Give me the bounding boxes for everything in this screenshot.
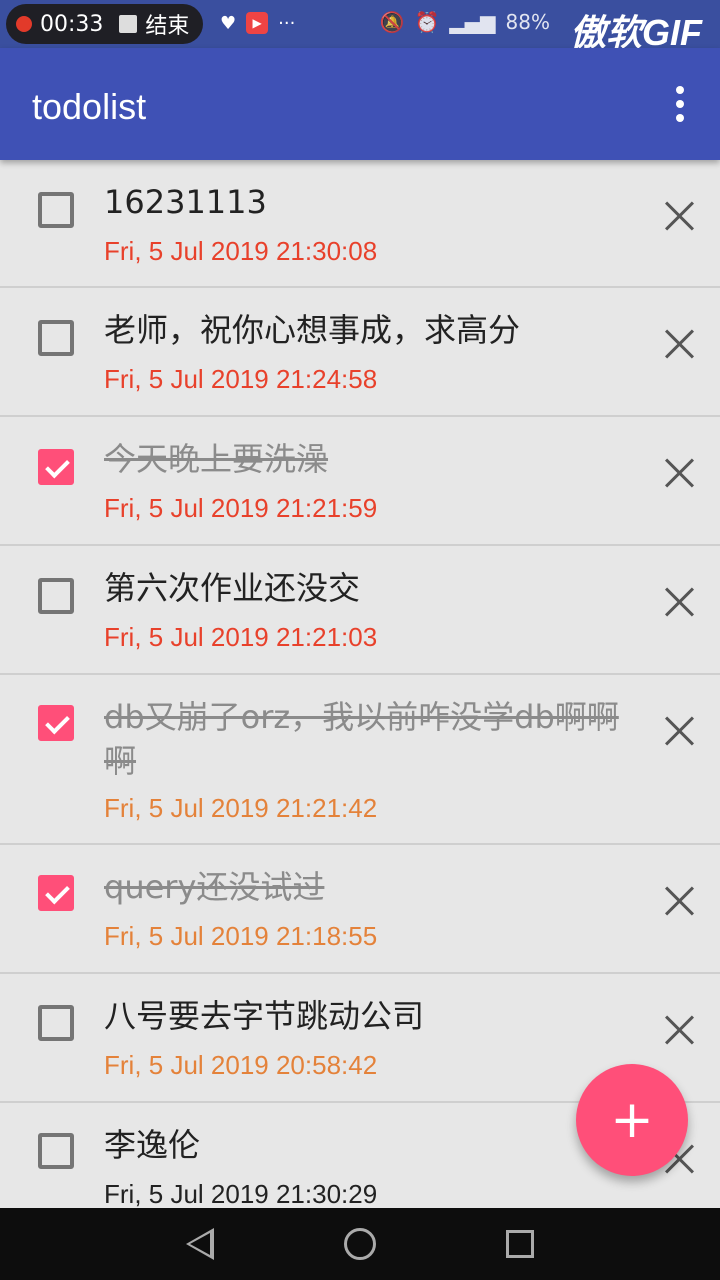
mute-icon: 🔕 xyxy=(379,10,405,34)
video-app-icon: ▶ xyxy=(246,12,269,34)
delete-icon[interactable] xyxy=(664,328,696,360)
delete-icon[interactable] xyxy=(664,200,696,232)
todo-checkbox[interactable] xyxy=(38,320,74,356)
todo-checkbox[interactable] xyxy=(38,449,74,485)
navigation-bar xyxy=(0,1208,720,1280)
todo-text: 李逸伦 xyxy=(104,1126,201,1164)
recents-icon[interactable] xyxy=(506,1230,534,1258)
todo-text: db又崩了orz，我以前咋没学db啊啊啊 xyxy=(104,698,619,780)
todo-list[interactable]: 16231113 Fri, 5 Jul 2019 21:30:08 老师，祝你心… xyxy=(0,160,720,1208)
recording-time: 00:33 xyxy=(40,11,104,37)
recording-end-label: 结束 xyxy=(145,14,190,39)
todo-checkbox[interactable] xyxy=(38,192,74,228)
todo-date: Fri, 5 Jul 2019 21:30:08 xyxy=(104,236,378,266)
delete-icon[interactable] xyxy=(664,457,696,489)
todo-checkbox[interactable] xyxy=(38,705,74,741)
todo-date: Fri, 5 Jul 2019 20:58:42 xyxy=(104,1050,378,1080)
app-title: todolist xyxy=(32,86,147,127)
todo-checkbox[interactable] xyxy=(38,1133,74,1169)
alarm-icon: ⏰ xyxy=(414,10,440,34)
notification-icons: ♥ ▶ ··· xyxy=(220,12,295,34)
recording-pill[interactable]: 00:33 结束 xyxy=(6,4,204,44)
todo-text: query还没试过 xyxy=(104,868,325,906)
delete-icon[interactable] xyxy=(664,885,696,917)
home-icon[interactable] xyxy=(344,1228,376,1260)
todo-text: 老师，祝你心想事成，求高分 xyxy=(104,311,521,349)
signal-icon: ▂▄▆ xyxy=(449,10,496,34)
todo-date: Fri, 5 Jul 2019 21:21:42 xyxy=(104,793,378,823)
todo-item[interactable]: 第六次作业还没交 Fri, 5 Jul 2019 21:21:03 xyxy=(0,546,720,675)
todo-text: 16231113 xyxy=(104,183,267,221)
delete-icon[interactable] xyxy=(664,1014,696,1046)
todo-date: Fri, 5 Jul 2019 21:24:58 xyxy=(104,364,378,394)
todo-text: 今天晚上要洗澡 xyxy=(104,440,329,478)
todo-date: Fri, 5 Jul 2019 21:21:59 xyxy=(104,493,378,523)
todo-item[interactable]: 16231113 Fri, 5 Jul 2019 21:30:08 xyxy=(0,160,720,288)
todo-date: Fri, 5 Jul 2019 21:18:55 xyxy=(104,921,378,951)
todo-checkbox[interactable] xyxy=(38,1005,74,1041)
delete-icon[interactable] xyxy=(664,586,696,618)
todo-item[interactable]: 今天晚上要洗澡 Fri, 5 Jul 2019 21:21:59 xyxy=(0,417,720,546)
todo-date: Fri, 5 Jul 2019 21:21:03 xyxy=(104,622,378,652)
status-bar: 00:33 结束 ♥ ▶ ··· 🔕 ⏰ ▂▄▆ 88% 傲软GIF xyxy=(0,0,720,53)
stop-icon xyxy=(119,15,138,33)
delete-icon[interactable] xyxy=(664,715,696,747)
todo-item[interactable]: db又崩了orz，我以前咋没学db啊啊啊 Fri, 5 Jul 2019 21:… xyxy=(0,675,720,845)
add-todo-button[interactable]: + xyxy=(576,1064,688,1176)
app-bar: todolist xyxy=(0,48,720,160)
back-icon[interactable] xyxy=(186,1228,214,1260)
todo-date: Fri, 5 Jul 2019 21:30:29 xyxy=(104,1179,378,1208)
record-dot-icon xyxy=(16,16,32,32)
todo-text: 第六次作业还没交 xyxy=(104,569,361,607)
todo-text: 八号要去字节跳动公司 xyxy=(104,997,425,1035)
more-notifications-icon: ··· xyxy=(278,12,296,34)
todo-item[interactable]: query还没试过 Fri, 5 Jul 2019 21:18:55 xyxy=(0,845,720,974)
todo-item[interactable]: 老师，祝你心想事成，求高分 Fri, 5 Jul 2019 21:24:58 xyxy=(0,288,720,417)
overflow-menu-icon[interactable] xyxy=(674,86,686,122)
heartbeat-icon: ♥ xyxy=(220,12,237,34)
todo-checkbox[interactable] xyxy=(38,875,74,911)
battery-percent: 88% xyxy=(505,10,550,34)
todo-checkbox[interactable] xyxy=(38,578,74,614)
system-icons: 🔕 ⏰ ▂▄▆ 88% xyxy=(380,10,550,34)
